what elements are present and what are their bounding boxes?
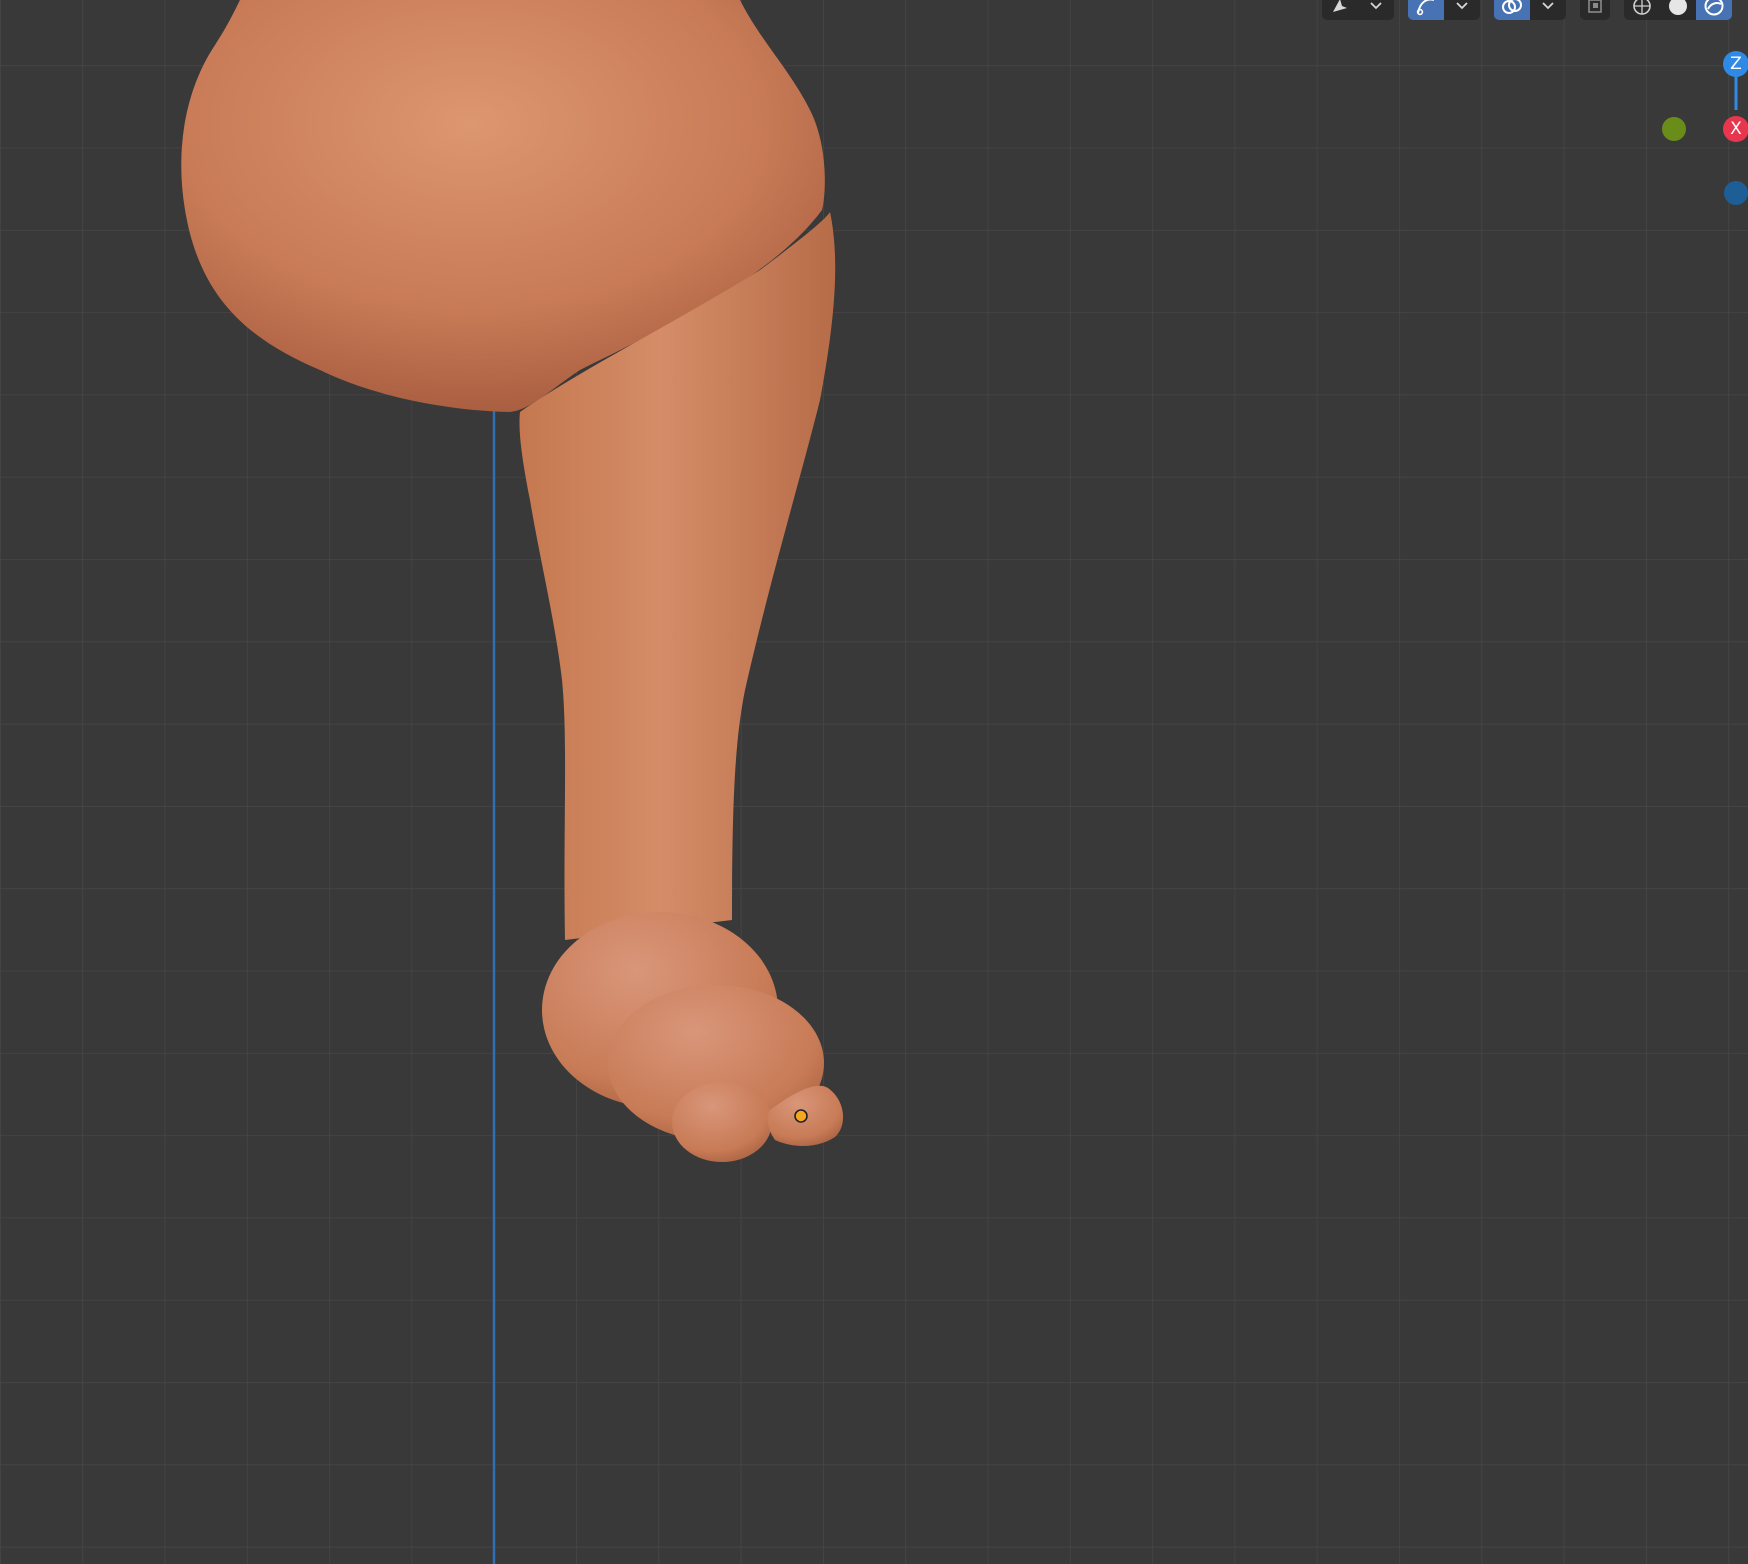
- object-origin-marker[interactable]: [794, 1109, 808, 1123]
- gizmo-neg-z-handle[interactable]: [1724, 181, 1748, 205]
- xray-group[interactable]: [1580, 0, 1610, 20]
- gizmo-y-handle[interactable]: [1662, 117, 1686, 141]
- chevron-down-icon[interactable]: [1530, 0, 1566, 20]
- viewport-header: [1322, 0, 1732, 22]
- 3d-viewport[interactable]: Z X: [0, 0, 1748, 1564]
- mesh-toe-large[interactable]: [672, 1082, 772, 1162]
- gizmo-z-handle[interactable]: Z: [1723, 51, 1748, 77]
- gizmo-x-handle[interactable]: X: [1723, 116, 1748, 142]
- chevron-down-icon[interactable]: [1358, 0, 1394, 20]
- overlay-icon[interactable]: [1494, 0, 1530, 20]
- xray-toggle-icon[interactable]: [1580, 0, 1610, 20]
- select-tool-group[interactable]: [1322, 0, 1394, 20]
- overlay-group[interactable]: [1494, 0, 1566, 20]
- gizmo-z-label: Z: [1730, 54, 1742, 74]
- wireframe-shading-icon[interactable]: [1624, 0, 1660, 20]
- gizmo-x-label: X: [1730, 119, 1742, 139]
- material-shading-icon[interactable]: [1696, 0, 1732, 20]
- shading-group[interactable]: [1624, 0, 1732, 20]
- cursor-select-icon[interactable]: [1322, 0, 1358, 20]
- snap-group[interactable]: [1408, 0, 1480, 20]
- snap-curve-icon[interactable]: [1408, 0, 1444, 20]
- chevron-down-icon[interactable]: [1444, 0, 1480, 20]
- solid-shading-icon[interactable]: [1660, 0, 1696, 20]
